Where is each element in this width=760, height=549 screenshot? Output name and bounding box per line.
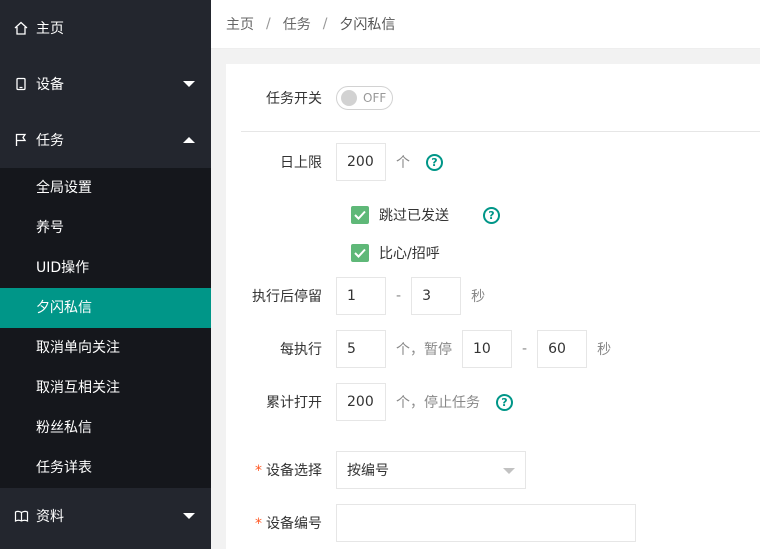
device-select-dropdown[interactable]: 按编号 [336, 451, 526, 489]
sidebar-item-label: 设备 [36, 77, 64, 93]
sidebar-item-task[interactable]: 任务 [0, 112, 211, 168]
form-card: 任务开关 OFF 日上限 200 个 ? 跳过已发送 ? 比心/招呼 执行后停留… [226, 64, 760, 549]
device-number-label-text: 设备编号 [266, 516, 322, 532]
breadcrumb: 主页 / 任务 / 夕闪私信 [211, 0, 760, 49]
total-label: 累计打开 [266, 395, 322, 411]
device-select-label-text: 设备选择 [266, 463, 322, 479]
device-select-label: * 设备选择 [226, 460, 336, 480]
switch-state-text: OFF [363, 91, 387, 105]
task-submenu: 全局设置 养号 UID操作 夕闪私信 取消单向关注 取消互相关注 粉丝私信 任务… [0, 168, 211, 488]
task-switch-toggle[interactable]: OFF [336, 86, 393, 110]
breadcrumb-separator: / [266, 16, 271, 32]
daily-limit-unit: 个 [396, 155, 410, 171]
stay-max-input[interactable]: 3 [411, 277, 462, 315]
sidebar-item-home[interactable]: 主页 [0, 0, 211, 56]
switch-knob [341, 90, 357, 106]
sidebar-item-cancel-one-way-follow[interactable]: 取消单向关注 [0, 328, 211, 368]
help-icon[interactable]: ? [483, 206, 500, 224]
chevron-down-icon [183, 81, 195, 87]
sidebar-item-cancel-mutual-follow[interactable]: 取消互相关注 [0, 368, 211, 408]
pause-unit: 秒 [597, 342, 612, 358]
total-row: 累计打开 200 个，停止任务 ? [226, 383, 513, 421]
every-count-input[interactable]: 5 [336, 330, 386, 368]
sidebar: 主页 设备 任务 全局设置 养号 UID操作 夕闪私信 取消单向关注 取消互相关… [0, 0, 211, 549]
stay-unit: 秒 [471, 289, 486, 305]
help-icon[interactable]: ? [496, 393, 513, 411]
sidebar-item-flash-message[interactable]: 夕闪私信 [0, 288, 211, 328]
home-icon [12, 19, 30, 37]
daily-limit-row: 日上限 200 个 ? [226, 143, 443, 181]
device-number-row: * 设备编号 [226, 504, 636, 542]
required-mark: * [255, 463, 262, 479]
daily-limit-label: 日上限 [280, 155, 322, 171]
chevron-up-icon [183, 137, 195, 143]
device-number-input[interactable] [336, 504, 636, 542]
stay-label: 执行后停留 [252, 289, 322, 305]
pause-min-input[interactable]: 10 [462, 330, 512, 368]
chevron-down-icon [183, 513, 195, 519]
breadcrumb-task[interactable]: 任务 [283, 14, 311, 34]
range-dash: - [522, 341, 528, 357]
task-switch-row: 任务开关 OFF [226, 86, 393, 110]
total-input[interactable]: 200 [336, 383, 386, 421]
tablet-icon [12, 75, 30, 93]
sidebar-item-account-nurturing[interactable]: 养号 [0, 208, 211, 248]
skip-sent-label: 跳过已发送 [379, 208, 449, 224]
sidebar-item-label: 任务 [36, 133, 64, 149]
task-switch-label: 任务开关 [266, 91, 322, 107]
main-content: 主页 / 任务 / 夕闪私信 任务开关 OFF 日上限 200 个 ? 跳过已发… [211, 0, 760, 549]
flag-icon [12, 131, 30, 149]
bixin-row: 比心/招呼 [351, 243, 440, 263]
stay-row: 执行后停留 1 - 3 秒 [226, 277, 495, 315]
device-select-value: 按编号 [347, 463, 389, 479]
pause-max-input[interactable]: 60 [537, 330, 588, 368]
device-select-row: * 设备选择 按编号 [226, 451, 526, 489]
range-dash: - [396, 288, 402, 304]
check-icon [354, 248, 366, 258]
check-icon [354, 210, 366, 220]
book-icon [12, 507, 30, 525]
sidebar-item-global-settings[interactable]: 全局设置 [0, 168, 211, 208]
breadcrumb-separator: / [322, 16, 328, 32]
every-row: 每执行 5 个，暂停 10 - 60 秒 [226, 330, 621, 368]
sidebar-item-data[interactable]: 资料 [0, 488, 211, 544]
every-label: 每执行 [280, 342, 322, 358]
help-icon[interactable]: ? [426, 153, 443, 171]
skip-sent-row: 跳过已发送 ? [351, 205, 500, 225]
stay-min-input[interactable]: 1 [336, 277, 386, 315]
skip-sent-checkbox[interactable] [351, 206, 369, 224]
every-unit: 个，暂停 [396, 342, 452, 358]
sidebar-item-label: 资料 [36, 509, 64, 525]
divider [241, 131, 760, 132]
sidebar-item-uid-operation[interactable]: UID操作 [0, 248, 211, 288]
device-number-label: * 设备编号 [226, 513, 336, 533]
bixin-checkbox[interactable] [351, 244, 369, 262]
required-mark: * [255, 516, 262, 532]
sidebar-item-device[interactable]: 设备 [0, 56, 211, 112]
breadcrumb-current: 夕闪私信 [339, 17, 396, 33]
chevron-down-icon [503, 468, 515, 474]
sidebar-item-fan-message[interactable]: 粉丝私信 [0, 408, 211, 448]
sidebar-item-task-details[interactable]: 任务详表 [0, 448, 211, 488]
bixin-label: 比心/招呼 [379, 246, 440, 262]
breadcrumb-home[interactable]: 主页 [226, 14, 254, 34]
sidebar-item-label: 主页 [36, 21, 64, 37]
total-unit: 个，停止任务 [396, 395, 480, 411]
daily-limit-input[interactable]: 200 [336, 143, 386, 181]
